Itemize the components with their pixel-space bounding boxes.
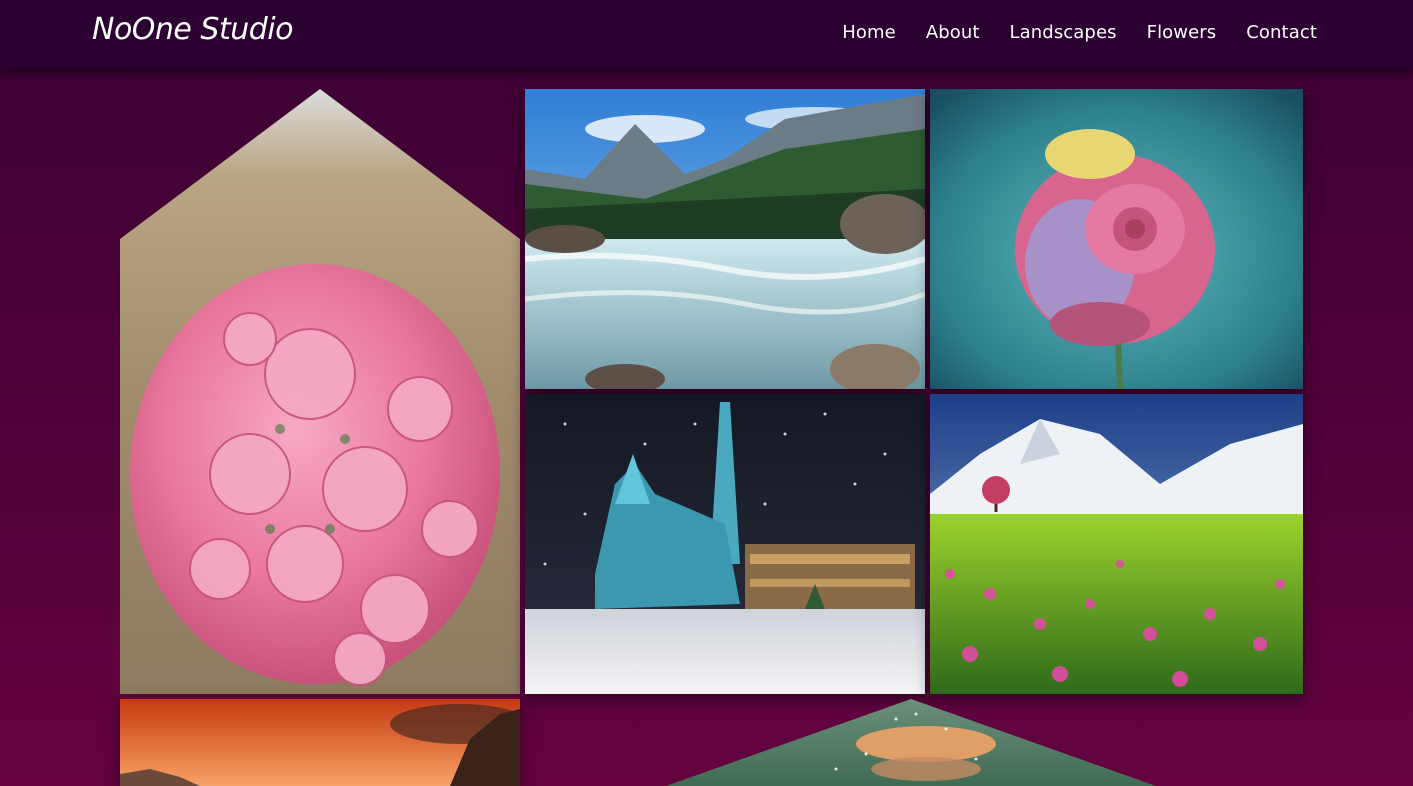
nav-contact[interactable]: Contact [1246, 22, 1317, 43]
photo-sunset-canyon[interactable] [120, 699, 520, 786]
nav-about[interactable]: About [926, 22, 980, 43]
photo-pink-rose-bouquet[interactable] [120, 89, 520, 694]
photo-bokeh-lantern[interactable] [666, 699, 1156, 786]
photo-snow-mountain-meadow[interactable] [930, 394, 1303, 694]
nav-landscapes[interactable]: Landscapes [1010, 22, 1117, 43]
photo-rainbow-rose[interactable] [930, 89, 1303, 389]
photo-mountain-river[interactable] [525, 89, 925, 389]
nav-flowers[interactable]: Flowers [1147, 22, 1217, 43]
nav-home[interactable]: Home [842, 22, 896, 43]
photo-snowy-cathedral-night[interactable] [525, 394, 925, 694]
top-navbar: NoOne Studio Home About Landscapes Flowe… [0, 0, 1413, 68]
brand-logo[interactable]: NoOne Studio [92, 12, 293, 47]
main-nav: Home About Landscapes Flowers Contact [842, 22, 1317, 43]
